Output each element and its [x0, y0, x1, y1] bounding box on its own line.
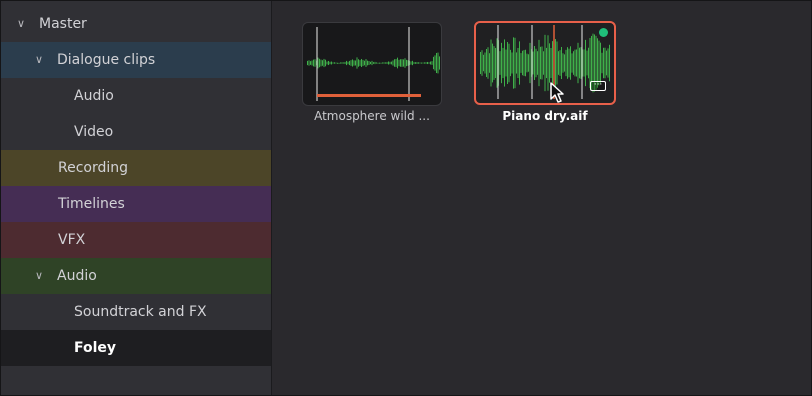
media-pool-window: ∨ Master ∨ Dialogue clips Audio Video Re…	[0, 0, 812, 396]
bin-dialogue-clips[interactable]: ∨ Dialogue clips	[1, 42, 271, 78]
bin-label: Master	[39, 16, 87, 32]
clip-browser: Atmosphere wild ... ··· Piano dry.aif	[272, 1, 811, 395]
bin-label: Recording	[58, 160, 129, 176]
waveform-thumbnail	[307, 27, 440, 101]
clip-thumbnail-selected[interactable]: ···	[474, 21, 616, 105]
clip-name-label: Piano dry.aif	[502, 109, 588, 123]
bin-label: Dialogue clips	[57, 52, 156, 68]
chevron-down-icon[interactable]: ∨	[33, 270, 45, 282]
bin-recording[interactable]: Recording	[1, 150, 271, 186]
clip-name-label: Atmosphere wild ...	[314, 109, 430, 123]
chevron-down-icon[interactable]: ∨	[15, 18, 27, 30]
chevron-down-icon[interactable]: ∨	[33, 54, 45, 66]
bin-timelines[interactable]: Timelines	[1, 186, 271, 222]
mouse-pointer-icon	[550, 82, 564, 103]
bin-video[interactable]: Video	[1, 114, 271, 150]
bin-foley[interactable]: Foley	[1, 330, 271, 366]
bin-label: Soundtrack and FX	[74, 304, 207, 320]
status-dot-icon	[599, 28, 608, 37]
bin-label: Audio	[57, 268, 97, 284]
bin-list-sidebar: ∨ Master ∨ Dialogue clips Audio Video Re…	[1, 1, 272, 395]
bin-label: VFX	[58, 232, 86, 248]
bin-label: Video	[74, 124, 114, 140]
more-options-icon[interactable]: ···	[590, 81, 606, 91]
bin-label: Foley	[74, 340, 117, 356]
clip-thumbnail[interactable]	[302, 22, 442, 106]
bin-master[interactable]: ∨ Master	[1, 6, 271, 42]
bin-soundtrack-and-fx[interactable]: Soundtrack and FX	[1, 294, 271, 330]
bin-label: Timelines	[58, 196, 125, 212]
bin-label: Audio	[74, 88, 114, 104]
bin-vfx[interactable]: VFX	[1, 222, 271, 258]
waveform-thumbnail	[480, 25, 610, 99]
bin-dialogue-audio[interactable]: Audio	[1, 78, 271, 114]
bin-audio[interactable]: ∨ Audio	[1, 258, 271, 294]
